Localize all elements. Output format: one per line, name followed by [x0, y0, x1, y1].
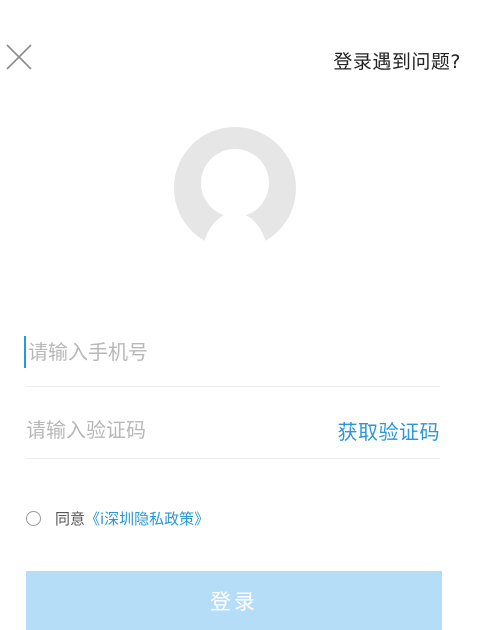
agreement-row: 同意 《i深圳隐私政策》: [26, 508, 209, 529]
code-field-row: 获取验证码: [26, 408, 440, 459]
avatar: [172, 125, 298, 251]
default-avatar-icon: [174, 127, 296, 249]
privacy-policy-link[interactable]: 《i深圳隐私政策》: [85, 508, 209, 529]
phone-input[interactable]: [24, 336, 328, 368]
verification-code-input[interactable]: [26, 410, 326, 450]
login-button[interactable]: 登录: [26, 571, 442, 630]
close-icon: [6, 44, 32, 70]
get-code-button[interactable]: 获取验证码: [338, 416, 441, 445]
close-button[interactable]: [6, 44, 32, 70]
agreement-checkbox[interactable]: [26, 511, 41, 526]
login-help-link[interactable]: 登录遇到问题?: [333, 47, 461, 74]
phone-field-row: [24, 332, 440, 387]
agreement-prefix: 同意: [55, 510, 86, 528]
